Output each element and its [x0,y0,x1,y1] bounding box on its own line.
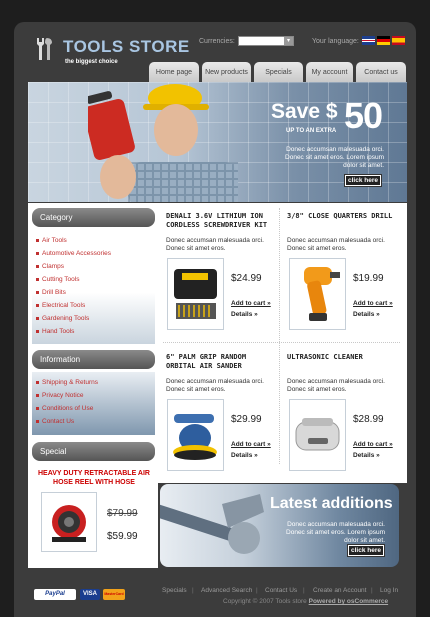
special-new-price: $59.99 [107,531,138,542]
copyright-text: Copyright © 2007 Tools store [223,598,307,605]
product-description: Donec accumsan malesuada orci. Donec sit… [166,237,264,252]
special-product-title[interactable]: HEAVY DUTY RETRACTABLE AIR HOSE REEL WIT… [35,469,153,487]
english-flag-icon[interactable] [362,36,375,45]
currencies-label: Currencies: [199,38,235,45]
hose-reel-image[interactable] [41,492,97,552]
product-description: Donec accumsan malesuada orci. Donec sit… [287,237,385,252]
special-heading: Special [32,442,155,461]
nav-home[interactable]: Home page [149,62,199,82]
add-to-cart-link[interactable]: Add to cart » [231,441,271,448]
information-heading: Information [32,350,155,369]
info-conditions-of-use[interactable]: Conditions of Use [35,405,93,412]
product-price: $29.99 [231,414,262,425]
currency-select[interactable]: ▾ [238,36,294,46]
footer-separator: | [256,587,258,594]
details-link[interactable]: Details » [353,452,380,459]
chevron-down-icon: ▾ [284,37,293,45]
information-list: Shipping & Returns Privacy Notice Condit… [32,372,155,435]
info-privacy-notice[interactable]: Privacy Notice [36,392,84,399]
category-cutting-tools[interactable]: Cutting Tools [35,276,79,283]
logo-title[interactable]: TOOLS STORE [63,37,190,57]
product-divider-vertical [279,208,280,464]
category-list: Air Tools Automotive Accessories Clamps … [32,229,155,344]
drill-image[interactable] [289,258,346,330]
nav-new-products[interactable]: New products [202,62,251,82]
product-price: $24.99 [231,273,262,284]
category-hand-tools[interactable]: Hand Tools [35,328,74,335]
mastercard-logo: MasterCard [103,589,125,600]
product-price: $19.99 [353,273,384,284]
screwdriver-kit-image[interactable] [167,258,224,330]
language-label: Your language: [312,38,359,45]
category-electrical-tools[interactable]: Electrical Tools [35,302,85,309]
details-link[interactable]: Details » [231,311,258,318]
product-description: Donec accumsan malesuada orci. Donec sit… [287,378,385,393]
info-shipping-returns[interactable]: Shipping & Returns [35,379,98,386]
logo-subtitle: the biggest choice [65,59,118,65]
add-to-cart-link[interactable]: Add to cart » [353,300,393,307]
banner-description: Donec accumsan malesuada orci. Donec sit… [285,146,384,169]
footer-separator: | [192,587,194,594]
product-title[interactable]: ULTRASONIC CLEANER [287,353,397,362]
visa-logo: VISA [80,589,100,600]
footer-link-create-account[interactable]: Create an Account [313,587,366,594]
banner-amount: 50 [344,95,383,136]
nav-contact-us[interactable]: Contact us [356,62,406,82]
copyright: Copyright © 2007 Tools store Powered by … [223,598,388,605]
latest-click-here-button[interactable]: click here [347,544,385,557]
details-link[interactable]: Details » [353,311,380,318]
footer-separator: | [371,587,373,594]
paypal-logo: PayPal [34,589,76,600]
product-price: $28.99 [353,414,384,425]
footer-separator: | [303,587,305,594]
product-divider-horizontal [163,342,400,343]
german-flag-icon[interactable] [377,36,390,45]
category-heading: Category [32,208,155,227]
special-old-price: $79.99 [107,508,138,519]
category-drill-bits[interactable]: Drill Bits [36,289,66,296]
nav-specials[interactable]: Specials [254,62,303,82]
product-title[interactable]: 6" PALM GRIP RANDOM ORBITAL AIR SANDER [166,353,276,371]
info-contact-us[interactable]: Contact Us [35,418,74,425]
banner-up-to: UP TO AN EXTRA [286,128,337,134]
add-to-cart-link[interactable]: Add to cart » [231,300,271,307]
banner-click-here-button[interactable]: click here [344,174,382,187]
product-description: Donec accumsan malesuada orci. Donec sit… [166,378,264,393]
details-link[interactable]: Details » [231,452,258,459]
category-automotive[interactable]: Automotive Accessories [35,250,111,257]
footer-link-advanced-search[interactable]: Advanced Search [201,587,252,594]
footer-link-log-in[interactable]: Log In [380,587,398,594]
product-title[interactable]: 3/8" CLOSE QUARTERS DRILL [287,212,397,221]
product-title[interactable]: DENALI 3.6V LITHIUM ION CORDLESS SCREWDR… [166,212,276,230]
category-gardening-tools[interactable]: Gardening Tools [35,315,89,322]
latest-additions-text: Donec accumsan malesuada orci. Donec sit… [286,521,385,544]
ultrasonic-cleaner-image[interactable] [289,399,346,471]
add-to-cart-link[interactable]: Add to cart » [353,441,393,448]
air-sander-image[interactable] [167,399,224,471]
banner-save-text: Save $ [271,100,338,123]
spanish-flag-icon[interactable] [392,36,405,45]
category-air-tools[interactable]: Air Tools [36,237,67,244]
worker-image [88,84,238,202]
tools-logo-icon [37,38,52,60]
hammer-image [160,494,264,554]
nav-my-account[interactable]: My account [306,62,353,82]
latest-additions-title: Latest additions [270,495,393,512]
footer-link-specials[interactable]: Specials [162,587,187,594]
category-clamps[interactable]: Clamps [35,263,64,270]
powered-by-link[interactable]: Powered by osCommerce [309,598,388,605]
footer-link-contact-us[interactable]: Contact Us [265,587,297,594]
